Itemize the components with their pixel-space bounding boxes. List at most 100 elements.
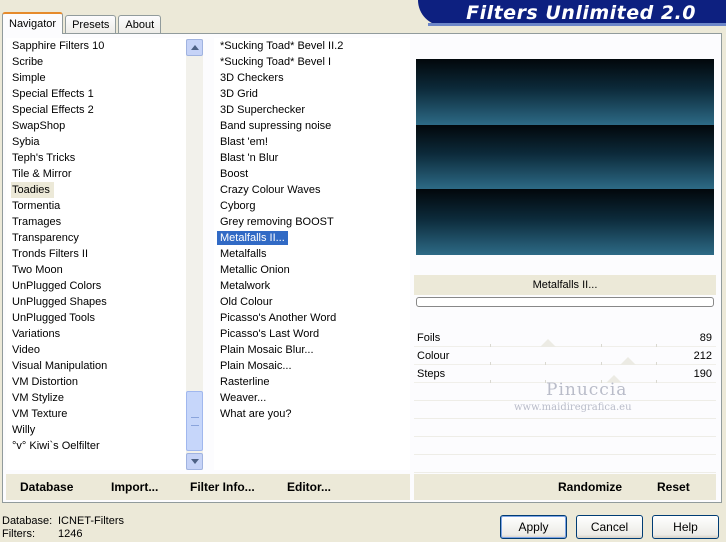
slider-row: Foils 89 [414,330,716,347]
apply-button[interactable]: Apply [500,515,567,539]
slider-tick [656,380,657,383]
slider-tick [601,344,602,347]
scroll-thumb[interactable] [186,391,203,451]
filter-item[interactable]: Band supressing noise [214,118,410,134]
right-toolbar: Randomize Reset [414,474,716,500]
category-item[interactable]: UnPlugged Tools [6,310,202,326]
tab-about[interactable]: About [118,15,162,34]
help-button[interactable]: Help [652,515,719,539]
cancel-button[interactable]: Cancel [576,515,643,539]
slider-thumb[interactable] [620,357,636,365]
category-item[interactable]: Teph's Tricks [6,150,202,166]
preview-band [416,59,714,125]
watermark-name: Pinuccia [546,380,628,400]
filter-item[interactable]: Weaver... [214,390,410,406]
slider-tick [656,344,657,347]
category-item[interactable]: Toadies [11,182,54,198]
category-item[interactable]: Special Effects 2 [6,102,202,118]
slider-label: Colour [417,350,450,362]
filter-item[interactable]: Metalwork [214,278,410,294]
filter-item[interactable]: 3D Checkers [214,70,410,86]
import-button[interactable]: Import... [111,480,158,494]
category-item[interactable]: Simple [6,70,202,86]
category-item[interactable]: °v° Kiwi`s Oelfilter [6,438,202,454]
category-item[interactable]: Willy [6,422,202,438]
category-item[interactable]: Visual Manipulation [6,358,202,374]
category-item[interactable]: SwapShop [6,118,202,134]
category-list[interactable]: Sapphire Filters 10 Scribe Simple Special E… [6,38,202,470]
database-label: Database: [2,515,53,527]
editor-button[interactable]: Editor... [287,480,331,494]
slider-tick [490,344,491,347]
empty-parameter-row [414,456,716,473]
category-item[interactable]: Special Effects 1 [6,86,202,102]
slider-track[interactable] [490,348,657,365]
category-item[interactable]: Sapphire Filters 10 [6,38,202,54]
slider-value: 212 [693,350,712,362]
database-button[interactable]: Database [20,480,73,494]
category-item[interactable]: Variations [6,326,202,342]
filter-item[interactable]: Blast 'em! [214,134,410,150]
category-item[interactable]: UnPlugged Shapes [6,294,202,310]
category-item[interactable]: Tronds Filters II [6,246,202,262]
scroll-up-arrow-icon[interactable] [186,39,203,56]
category-item[interactable]: Transparency [6,230,202,246]
randomize-button[interactable]: Randomize [558,480,622,494]
category-item[interactable]: VM Texture [6,406,202,422]
slider-tick [545,362,546,365]
slider-track[interactable] [490,330,657,347]
slider-row: Colour 212 [414,348,716,365]
filter-item[interactable]: *Sucking Toad* Bevel II.2 [214,38,410,54]
category-item[interactable]: Video [6,342,202,358]
preview-band [416,125,714,189]
app-title-banner: Filters Unlimited 2.0 [418,0,726,26]
preview-band [416,189,714,255]
category-item[interactable]: Sybia [6,134,202,150]
filter-info-button[interactable]: Filter Info... [190,480,255,494]
filter-item[interactable]: Grey removing BOOST [214,214,410,230]
slider-label: Foils [417,332,441,344]
category-item[interactable]: VM Stylize [6,390,202,406]
filter-item[interactable]: Rasterline [214,374,410,390]
category-item[interactable]: Tramages [6,214,202,230]
slider-tick [601,362,602,365]
category-item[interactable]: VM Distortion [6,374,202,390]
slider-thumb[interactable] [540,339,556,347]
tab-navigator[interactable]: Navigator [2,12,64,34]
filter-item[interactable]: 3D Superchecker [214,102,410,118]
filter-item[interactable]: Metalfalls [214,246,410,262]
slider-label: Steps [417,368,446,380]
filter-item[interactable]: Metalfalls II... [214,230,410,246]
watermark-url: www.maidiregrafica.eu [514,402,632,413]
filter-item[interactable]: Boost [214,166,410,182]
category-item[interactable]: Tile & Mirror [6,166,202,182]
filter-item[interactable]: Cyborg [214,198,410,214]
filter-item[interactable]: 3D Grid [214,86,410,102]
filter-item[interactable]: Plain Mosaic Blur... [214,342,410,358]
category-scrollbar[interactable] [186,39,203,470]
filter-item[interactable]: Blast 'n Blur [214,150,410,166]
filter-list[interactable]: *Sucking Toad* Bevel II.2 *Sucking Toad* … [214,38,410,470]
filter-item[interactable]: Picasso's Another Word [214,310,410,326]
category-item[interactable]: UnPlugged Colors [6,278,202,294]
filter-item[interactable]: What are you? [214,406,410,422]
filter-item[interactable]: Old Colour [214,294,410,310]
filter-item[interactable]: Picasso's Last Word [214,326,410,342]
category-item[interactable]: Two Moon [6,262,202,278]
preview-filter-name: Metalfalls II... [414,275,716,295]
scroll-down-arrow-icon[interactable] [186,453,203,470]
slider-tick [490,380,491,383]
tab-bar: Navigator Presets About [2,12,163,34]
progress-bar [416,297,714,307]
slider-value: 190 [693,368,712,380]
filter-item[interactable]: Plain Mosaic... [214,358,410,374]
category-item[interactable]: Tormentia [6,198,202,214]
preview-image [416,59,714,255]
database-value: ICNET-Filters [58,515,124,527]
filter-item[interactable]: Metallic Onion [214,262,410,278]
reset-button[interactable]: Reset [657,480,690,494]
filter-item[interactable]: Crazy Colour Waves [214,182,410,198]
category-item[interactable]: Scribe [6,54,202,70]
filter-item[interactable]: *Sucking Toad* Bevel I [214,54,410,70]
tab-presets[interactable]: Presets [65,15,117,34]
